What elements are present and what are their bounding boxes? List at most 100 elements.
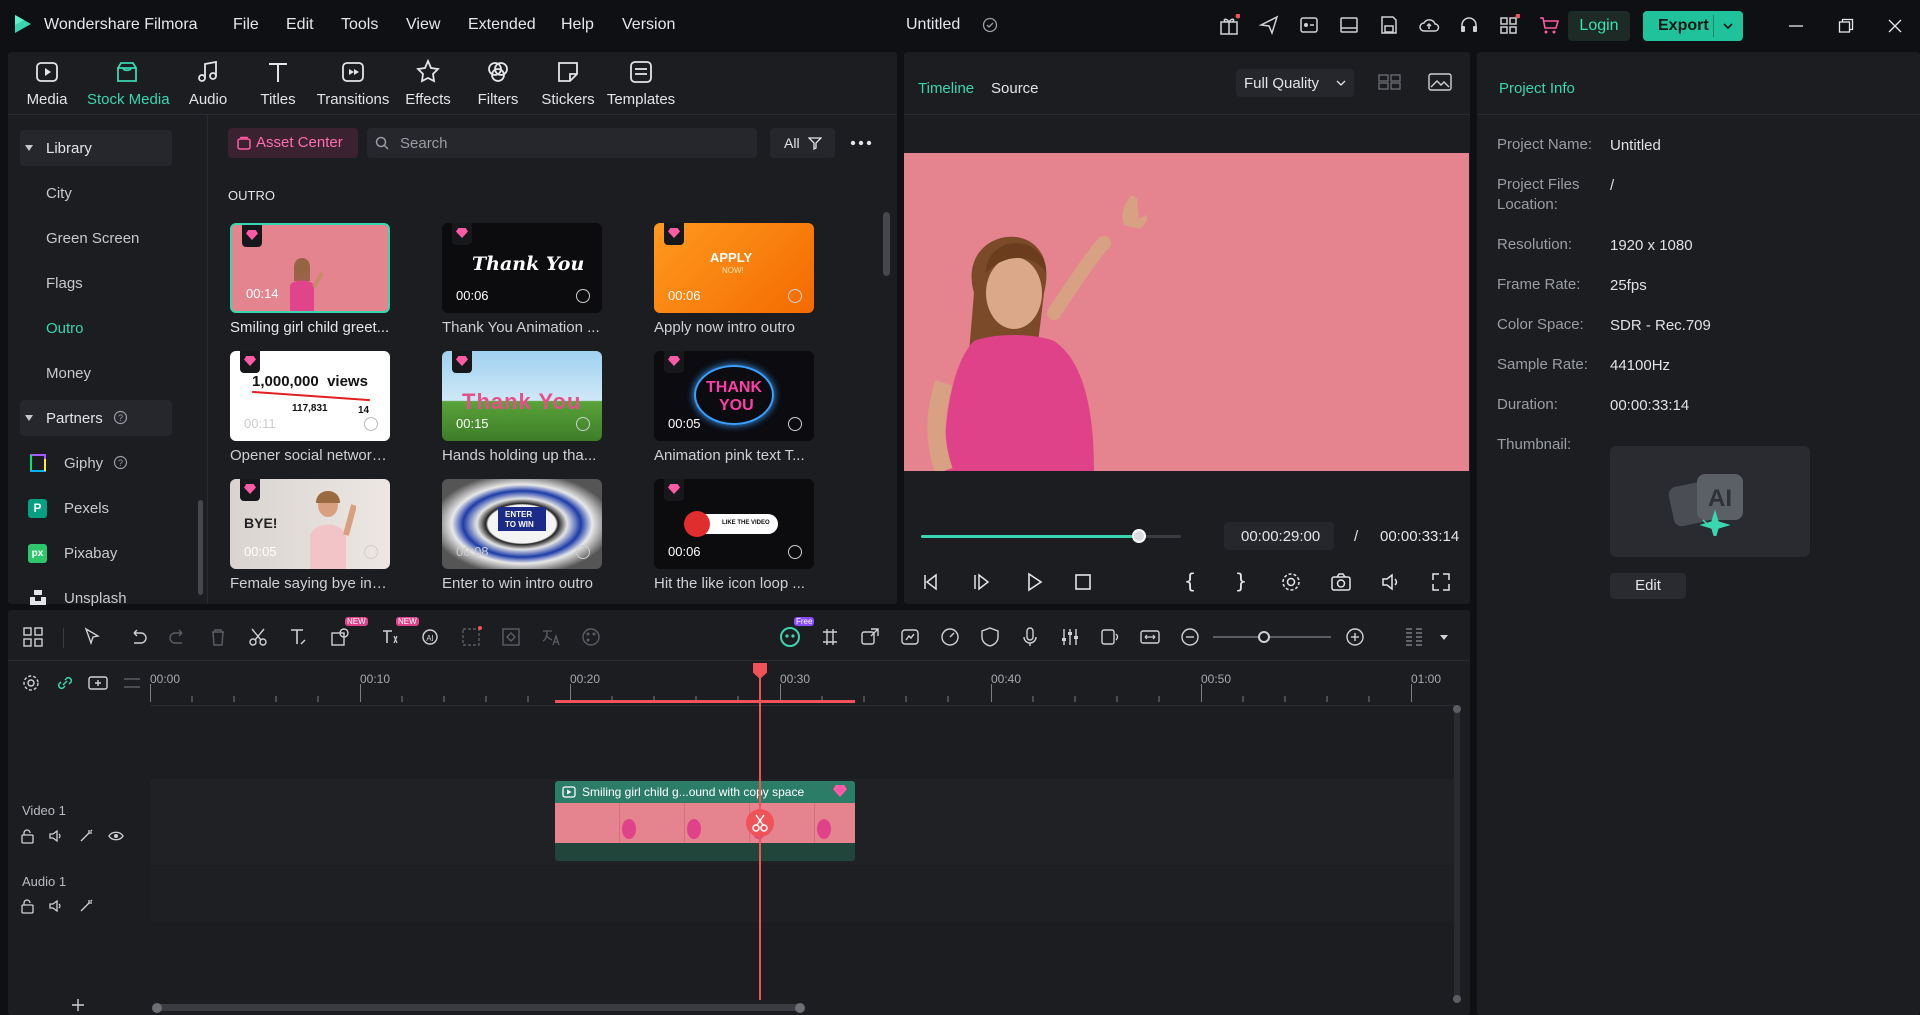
download-icon[interactable] — [788, 545, 802, 559]
playback-handle[interactable] — [1132, 529, 1146, 543]
vertical-scroll-thumb-bottom[interactable] — [1453, 995, 1461, 1003]
track-manager-icon[interactable] — [121, 673, 143, 695]
horizontal-scroll-start[interactable] — [152, 1003, 162, 1013]
fullscreen-icon[interactable] — [1429, 570, 1453, 594]
lock-icon[interactable] — [20, 828, 36, 844]
play-icon[interactable] — [1022, 570, 1046, 594]
search-box[interactable]: Search — [367, 128, 757, 158]
mute-audio-icon[interactable] — [48, 828, 64, 844]
stop-icon[interactable] — [1071, 570, 1095, 594]
ai-tools-icon[interactable] — [1298, 14, 1320, 36]
library-header[interactable] — [20, 130, 172, 166]
filter-button[interactable]: All — [770, 128, 835, 158]
mask-shield-icon[interactable] — [979, 626, 1001, 648]
help-icon[interactable]: ? — [113, 410, 128, 425]
crop-icon[interactable] — [329, 626, 351, 648]
close-icon[interactable] — [1887, 18, 1903, 34]
snap-marker-icon[interactable] — [819, 626, 841, 648]
redo-icon[interactable] — [167, 626, 189, 648]
mute-audio-icon[interactable] — [48, 898, 64, 914]
headset-icon[interactable] — [1458, 14, 1480, 36]
thumbnail-edit-button[interactable]: Edit — [1610, 573, 1686, 599]
microphone-icon[interactable] — [1019, 626, 1041, 648]
tab-templates[interactable]: Templates — [601, 58, 681, 108]
menu-edit[interactable]: Edit — [286, 16, 314, 34]
download-icon[interactable] — [788, 417, 802, 431]
menu-version[interactable]: Version — [622, 16, 675, 34]
layout-grid-icon[interactable] — [22, 626, 44, 648]
scissors-icon[interactable] — [247, 626, 269, 648]
tab-filters[interactable]: Filters — [458, 58, 538, 108]
download-icon[interactable] — [576, 545, 590, 559]
vertical-scroll-thumb-top[interactable] — [1453, 705, 1461, 713]
timeline-settings-icon[interactable] — [21, 673, 43, 695]
tab-stock-media[interactable]: Stock Media — [87, 58, 170, 108]
undo-icon[interactable] — [127, 626, 149, 648]
motion-tracking-icon[interactable] — [460, 626, 482, 648]
text-tool-icon[interactable] — [287, 626, 309, 648]
media-card[interactable]: Thank You 00:06 Thank You Animation ... — [442, 223, 602, 336]
eye-icon[interactable] — [108, 828, 124, 844]
export-button[interactable]: Export — [1643, 11, 1743, 41]
restore-icon[interactable] — [1838, 18, 1854, 34]
link-icon[interactable] — [55, 673, 77, 695]
media-card[interactable]: LIKE THE VIDEO 00:06 Hit the like icon l… — [654, 479, 814, 592]
tab-titles[interactable]: Titles — [238, 58, 318, 108]
save-icon[interactable] — [1378, 14, 1400, 36]
asset-center-button[interactable]: Asset Center — [228, 128, 358, 158]
media-card[interactable]: 1,000,000 views 117,831 14 00:11 Opener … — [230, 351, 390, 464]
current-time-box[interactable]: 00:00:29:00 — [1224, 522, 1334, 550]
camera-snapshot-icon[interactable] — [1329, 570, 1353, 594]
quality-dropdown[interactable]: Full Quality — [1236, 69, 1354, 97]
gift-icon[interactable] — [1218, 14, 1240, 36]
login-button[interactable]: Login — [1568, 11, 1630, 41]
voiceover-icon[interactable] — [1099, 626, 1121, 648]
library-item-city[interactable]: City — [46, 185, 72, 202]
audio-mixer-icon[interactable] — [1059, 626, 1081, 648]
magic-wand-icon[interactable] — [78, 898, 94, 914]
menu-view[interactable]: View — [406, 16, 440, 34]
media-card[interactable]: BYE! 00:05 Female saying bye in s... — [230, 479, 390, 592]
video-clip[interactable]: Smiling girl child g...ound with copy sp… — [555, 781, 855, 861]
media-card[interactable]: 00:14 Smiling girl child greet... — [230, 223, 390, 336]
menu-file[interactable]: File — [233, 16, 259, 34]
tab-stickers[interactable]: Stickers — [528, 58, 608, 108]
library-item-green-screen[interactable]: Green Screen — [46, 230, 139, 247]
media-card[interactable]: THANK YOU 00:05 Animation pink text T... — [654, 351, 814, 464]
volume-icon[interactable] — [1379, 570, 1403, 594]
tab-effects[interactable]: Effects — [388, 58, 468, 108]
select-pointer-icon[interactable] — [82, 626, 104, 648]
detach-icon[interactable] — [859, 626, 881, 648]
download-icon[interactable] — [364, 417, 378, 431]
zoom-out-icon[interactable] — [1179, 626, 1201, 648]
download-icon[interactable] — [576, 417, 590, 431]
menu-tools[interactable]: Tools — [341, 16, 378, 34]
sidebar-scrollbar[interactable] — [198, 500, 203, 595]
partner-pexels[interactable]: Pexels — [64, 500, 109, 517]
tab-transitions[interactable]: Transitions — [313, 58, 393, 108]
mark-in-icon[interactable]: { — [1178, 570, 1202, 594]
help-icon[interactable]: ? — [113, 455, 128, 470]
media-card[interactable]: APPLY NOW! 00:06 Apply now intro outro — [654, 223, 814, 336]
zoom-slider-handle[interactable] — [1258, 631, 1270, 643]
tab-source[interactable]: Source — [991, 80, 1039, 97]
grid-view-icon[interactable] — [1378, 72, 1402, 92]
ai-portrait-icon[interactable]: AI — [420, 626, 442, 648]
download-icon[interactable] — [576, 289, 590, 303]
browser-scrollbar[interactable] — [883, 212, 890, 276]
step-back-icon[interactable] — [920, 570, 944, 594]
send-icon[interactable] — [1258, 14, 1280, 36]
work-area-range[interactable] — [555, 700, 855, 703]
zoom-in-icon[interactable] — [1344, 626, 1366, 648]
keyframe-icon[interactable] — [500, 626, 522, 648]
partner-giphy[interactable]: Giphy — [64, 455, 103, 472]
library-item-money[interactable]: Money — [46, 365, 91, 382]
color-palette-icon[interactable] — [580, 626, 602, 648]
partner-pixabay[interactable]: Pixabay — [64, 545, 117, 562]
horizontal-scroll-thumb[interactable] — [154, 1004, 804, 1011]
download-icon[interactable] — [788, 289, 802, 303]
apps-grid-icon[interactable] — [1498, 14, 1520, 36]
chevron-down-icon[interactable] — [1722, 20, 1734, 32]
zoom-slider-track[interactable] — [1213, 636, 1331, 638]
lock-icon[interactable] — [20, 898, 36, 914]
